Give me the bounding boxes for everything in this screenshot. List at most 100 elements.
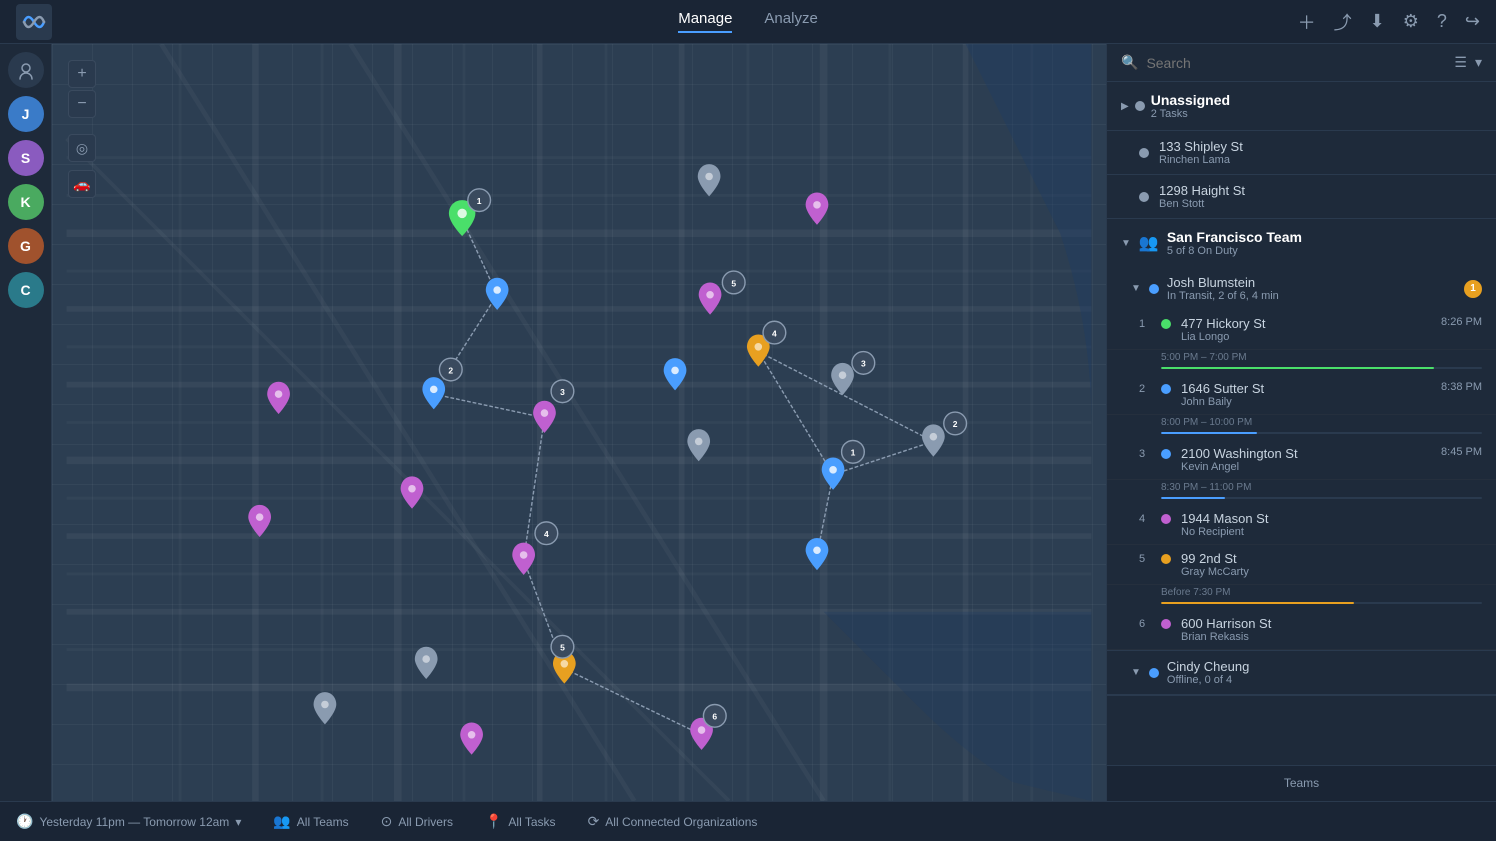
driver-info: Cindy Cheung Offline, 0 of 4 xyxy=(1167,659,1482,686)
search-input[interactable] xyxy=(1146,55,1446,71)
avatar-5[interactable]: C xyxy=(8,272,44,308)
task-person: Rinchen Lama xyxy=(1159,154,1482,166)
driver-chevron: ▼ xyxy=(1131,283,1141,294)
task-item-1[interactable]: 1 477 Hickory St Lia Longo 8:26 PM xyxy=(1107,310,1496,350)
task-recip: Kevin Angel xyxy=(1181,461,1431,473)
zoom-out-button[interactable]: − xyxy=(68,90,96,118)
avatar-2[interactable]: S xyxy=(8,140,44,176)
unassigned-dot xyxy=(1135,101,1145,111)
task-color-dot xyxy=(1161,319,1171,329)
topbar-actions: ＋ ⤴ ⬇ ⚙ ? ↪ xyxy=(1298,9,1480,35)
task-person: Ben Stott xyxy=(1159,198,1482,210)
search-icon: 🔍 xyxy=(1121,54,1138,71)
avatar-3[interactable]: K xyxy=(8,184,44,220)
task-item-5[interactable]: 5 99 2nd St Gray McCarty xyxy=(1107,545,1496,585)
help-button[interactable]: ? xyxy=(1437,11,1447,32)
logout-button[interactable]: ↪ xyxy=(1465,11,1480,32)
avatar-map[interactable] xyxy=(8,52,44,88)
avatar-sidebar: J S K G C xyxy=(0,44,52,801)
task-recip: Gray McCarty xyxy=(1181,566,1472,578)
right-panel: 🔍 ☰ ▾ ▶ Unassigned 2 Tasks xyxy=(1106,44,1496,801)
task-item-2[interactable]: 2 1646 Sutter St John Baily 8:38 PM xyxy=(1107,375,1496,415)
task-progress-bar xyxy=(1161,432,1482,434)
unassigned-task-1[interactable]: 133 Shipley St Rinchen Lama xyxy=(1107,131,1496,175)
driver-name: Josh Blumstein xyxy=(1167,275,1456,290)
unassigned-task-2[interactable]: 1298 Haight St Ben Stott xyxy=(1107,175,1496,219)
time-range-selector[interactable]: 🕐 Yesterday 11pm — Tomorrow 12am ▾ xyxy=(16,813,241,830)
driver-header-josh[interactable]: ▼ Josh Blumstein In Transit, 2 of 6, 4 m… xyxy=(1107,267,1496,310)
map-grid xyxy=(52,44,1106,801)
nav-analyze[interactable]: Analyze xyxy=(764,10,817,33)
task-progress-bar xyxy=(1161,497,1482,499)
task-time-range: Before 7:30 PM xyxy=(1107,585,1496,602)
task-progress-fill xyxy=(1161,602,1354,604)
task-color-dot xyxy=(1161,514,1171,524)
nav-manage[interactable]: Manage xyxy=(678,10,732,33)
task-time-range: 8:30 PM – 11:00 PM xyxy=(1107,480,1496,497)
task-info: 1298 Haight St Ben Stott xyxy=(1159,183,1482,210)
add-button[interactable]: ＋ xyxy=(1298,9,1316,35)
driver-status: Offline, 0 of 4 xyxy=(1167,674,1482,686)
unassigned-header[interactable]: ▶ Unassigned 2 Tasks xyxy=(1107,82,1496,131)
task-dot xyxy=(1139,148,1149,158)
task-progress-fill xyxy=(1161,497,1225,499)
task-color-dot xyxy=(1161,554,1171,564)
task-addr: 1646 Sutter St xyxy=(1181,381,1431,396)
locate-button[interactable]: ◎ xyxy=(68,134,96,162)
task-recip: Lia Longo xyxy=(1181,331,1431,343)
time-range-chevron: ▾ xyxy=(235,815,241,829)
task-time: 8:26 PM xyxy=(1441,316,1482,328)
import-button[interactable]: ⤴ xyxy=(1334,9,1352,35)
panel-content: ▶ Unassigned 2 Tasks 133 Shipley St Rinc… xyxy=(1107,82,1496,765)
teams-selector[interactable]: 👥 All Teams xyxy=(273,813,348,830)
task-addr: 1944 Mason St xyxy=(1181,511,1472,526)
task-item-4[interactable]: 4 1944 Mason St No Recipient xyxy=(1107,505,1496,545)
app-logo[interactable] xyxy=(16,4,52,40)
task-progress-fill xyxy=(1161,432,1257,434)
unassigned-section: ▶ Unassigned 2 Tasks 133 Shipley St Rinc… xyxy=(1107,82,1496,219)
task-address: 133 Shipley St xyxy=(1159,139,1482,154)
task-progress-fill xyxy=(1161,367,1434,369)
zoom-in-button[interactable]: + xyxy=(68,60,96,88)
task-num: 6 xyxy=(1139,618,1151,630)
task-item-6[interactable]: 6 600 Harrison St Brian Rekasis xyxy=(1107,610,1496,650)
teams-icon: 👥 xyxy=(273,813,290,830)
driver-header-cindy[interactable]: ▼ Cindy Cheung Offline, 0 of 4 xyxy=(1107,651,1496,694)
unassigned-title: Unassigned xyxy=(1151,92,1230,108)
task-time: 8:38 PM xyxy=(1441,381,1482,393)
org-label: All Connected Organizations xyxy=(605,815,757,829)
task-detail: 1944 Mason St No Recipient xyxy=(1181,511,1472,538)
task-progress-bar xyxy=(1161,602,1482,604)
task-progress-bar xyxy=(1161,367,1482,369)
task-color-dot xyxy=(1161,384,1171,394)
team-status: 5 of 8 On Duty xyxy=(1167,245,1302,257)
task-dot xyxy=(1139,192,1149,202)
task-addr: 2100 Washington St xyxy=(1181,446,1431,461)
tasks-label: All Tasks xyxy=(508,815,555,829)
task-num: 4 xyxy=(1139,513,1151,525)
export-button[interactable]: ⬇ xyxy=(1370,11,1385,32)
settings-button[interactable]: ⚙ xyxy=(1403,11,1419,32)
driver-badge: 1 xyxy=(1464,280,1482,298)
organizations-selector[interactable]: ⟳ All Connected Organizations xyxy=(588,813,758,830)
task-detail: 477 Hickory St Lia Longo xyxy=(1181,316,1431,343)
avatar-4[interactable]: G xyxy=(8,228,44,264)
sort-button[interactable]: ▾ xyxy=(1475,54,1482,71)
driver-status: In Transit, 2 of 6, 4 min xyxy=(1167,290,1456,302)
avatar-1[interactable]: J xyxy=(8,96,44,132)
team-icon: 👥 xyxy=(1139,233,1159,253)
driver-info: Josh Blumstein In Transit, 2 of 6, 4 min xyxy=(1167,275,1456,302)
list-view-button[interactable]: ☰ xyxy=(1454,54,1467,71)
drivers-icon: ⊙ xyxy=(381,813,393,830)
drivers-selector[interactable]: ⊙ All Drivers xyxy=(381,813,453,830)
team-header[interactable]: ▼ 👥 San Francisco Team 5 of 8 On Duty xyxy=(1107,219,1496,267)
tasks-icon: 📍 xyxy=(485,813,502,830)
task-info: 133 Shipley St Rinchen Lama xyxy=(1159,139,1482,166)
task-item-3[interactable]: 3 2100 Washington St Kevin Angel 8:45 PM xyxy=(1107,440,1496,480)
teams-tab[interactable]: Teams xyxy=(1107,766,1496,801)
vehicle-button[interactable]: 🚗 xyxy=(68,170,96,198)
tasks-selector[interactable]: 📍 All Tasks xyxy=(485,813,556,830)
task-address: 1298 Haight St xyxy=(1159,183,1482,198)
task-time: 8:45 PM xyxy=(1441,446,1482,458)
map-area[interactable]: 1 2 3 4 5 6 5 xyxy=(52,44,1106,801)
